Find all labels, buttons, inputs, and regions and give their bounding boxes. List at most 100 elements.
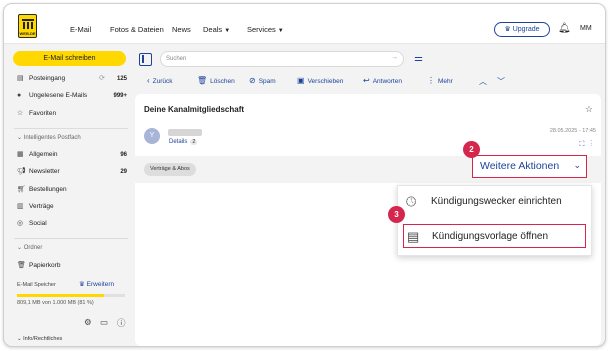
chevron-left-icon: ‹: [147, 76, 150, 85]
menu-item-cancellation-template[interactable]: ▤ Kündigungsvorlage öffnen: [403, 224, 586, 248]
sidebar-item-label: Favoriten: [29, 110, 57, 117]
upgrade-label: Upgrade: [512, 26, 540, 33]
expand-storage-link[interactable]: ♛ Erweitern: [79, 280, 114, 288]
sidebar: E-Mail schreiben ▤ Posteingang ⟳ 125 ● Ung…: [4, 45, 132, 346]
nav-deals[interactable]: Deals ▼: [203, 25, 230, 34]
logo-building-icon: [22, 19, 34, 29]
storage-bar: [17, 294, 125, 297]
reply-icon: ↩: [363, 76, 370, 85]
details-link[interactable]: Details 2: [169, 139, 198, 145]
message-date: 28.05.2025 - 17:45: [549, 128, 596, 134]
chevron-down-icon: ▼: [277, 28, 284, 34]
folders-header[interactable]: ⌄ Ordner: [17, 244, 42, 251]
step-marker: 2: [463, 141, 480, 158]
webde-logo[interactable]: WEB.DE: [18, 14, 37, 38]
sidebar-item-label: Ungelesene E-Mails: [29, 92, 88, 99]
sidebar-item-social[interactable]: ◎ Social: [17, 218, 127, 230]
sidebar-item-trash[interactable]: 🗑︎ Papierkorb: [17, 260, 127, 272]
folder-move-icon: ▣: [297, 76, 305, 85]
unread-dot-icon: ●: [17, 92, 22, 99]
spam-label: Spam: [258, 78, 276, 85]
previous-message-icon[interactable]: ︿: [479, 76, 490, 87]
back-label: Zurück: [152, 78, 173, 85]
nav-email[interactable]: E-Mail: [70, 25, 91, 34]
megaphone-icon: 📢︎: [17, 168, 26, 175]
next-message-icon[interactable]: ﹀: [497, 76, 508, 87]
chevron-down-icon: ⌄: [17, 336, 22, 342]
contract-icon: ▥: [17, 203, 24, 210]
sender-name-redacted: [168, 129, 202, 136]
nav-photos-files[interactable]: Fotos & Dateien: [110, 25, 164, 34]
crown-icon: ♛: [504, 26, 511, 33]
cart-icon: 🛒︎: [17, 186, 26, 193]
sidebar-item-label: Papierkorb: [29, 262, 61, 269]
sidebar-item-contracts[interactable]: ▥ Verträge: [17, 201, 127, 213]
sidebar-item-label: Social: [29, 220, 47, 227]
sidebar-item-label: Posteingang: [29, 75, 66, 82]
info-legal-label: Info/Rechtliches: [23, 336, 63, 342]
social-icon: ◎: [17, 220, 24, 227]
sidebar-item-inbox[interactable]: ▤ Posteingang ⟳ 125: [17, 73, 127, 85]
more-vertical-icon[interactable]: ⋮: [590, 141, 592, 148]
settings-icon[interactable]: ⚙: [84, 317, 92, 328]
info-legal-link[interactable]: ⌄ Info/Rechtliches: [17, 336, 62, 342]
more-button[interactable]: ⋮ Mehr: [427, 76, 453, 85]
sidebar-item-general[interactable]: ▦ Allgemein 96: [17, 149, 127, 161]
more-actions-label: Weitere Aktionen: [480, 160, 560, 172]
inbox-icon: ▤: [17, 75, 24, 82]
nav-deals-label: Deals: [203, 25, 223, 34]
menu-item-cancellation-reminder[interactable]: 🕓︎ Kündigungswecker einrichten: [403, 190, 586, 214]
category-tag[interactable]: Verträge & Abos: [144, 163, 196, 176]
details-count-badge: 2: [190, 139, 198, 145]
more-label: Mehr: [438, 78, 453, 85]
sidebar-item-unread[interactable]: ● Ungelesene E-Mails 999+: [17, 90, 127, 102]
more-vertical-icon: ⋮: [427, 76, 435, 85]
compose-button[interactable]: E-Mail schreiben: [13, 51, 126, 66]
nav-services[interactable]: Services ▼: [247, 25, 284, 34]
chevron-down-icon: ﹀: [497, 77, 505, 86]
move-label: Verschieben: [307, 78, 344, 85]
move-button[interactable]: ▣ Verschieben: [297, 76, 343, 85]
top-navigation: WEB.DE E-Mail Fotos & Dateien News Deals…: [4, 4, 605, 44]
block-icon: ⊘: [249, 76, 256, 85]
user-avatar[interactable]: MM: [580, 25, 592, 32]
arrow-right-icon[interactable]: →: [391, 54, 398, 61]
section-label: Intelligentes Postfach: [23, 135, 81, 141]
trash-icon: 🗑︎: [17, 262, 26, 269]
delete-button[interactable]: 🗑︎ Löschen: [197, 76, 235, 85]
spam-button[interactable]: ⊘ Spam: [249, 76, 276, 85]
toggle-sidebar-icon[interactable]: [139, 53, 152, 66]
chevron-down-icon: ⌄: [17, 245, 23, 251]
message-subject: Deine Kanalmitgliedschaft: [144, 105, 245, 114]
divider: [14, 238, 128, 239]
reply-button[interactable]: ↩ Antworten: [363, 76, 402, 85]
smart-inbox-header[interactable]: ⌄ Intelligentes Postfach: [17, 134, 81, 141]
clock-icon: 🕓︎: [406, 194, 417, 209]
sidebar-item-favorites[interactable]: ☆ Favoriten: [17, 108, 127, 120]
refresh-icon[interactable]: ⟳: [99, 73, 105, 85]
back-button[interactable]: ‹ Zurück: [147, 76, 173, 85]
sidebar-item-orders[interactable]: 🛒︎ Bestellungen: [17, 184, 127, 196]
sidebar-item-newsletter[interactable]: 📢︎ Newsletter 29: [17, 166, 127, 178]
star-icon: ☆: [17, 110, 24, 117]
bell-icon[interactable]: 🔔︎: [558, 23, 571, 34]
filter-settings-icon[interactable]: ⚌: [414, 53, 423, 64]
help-icon[interactable]: ⓘ: [117, 317, 126, 329]
message-header: Y Details 2 28.05.2025 - 17:45 ⛶ ⋮: [135, 121, 601, 157]
document-template-icon: ▤: [407, 229, 420, 244]
fullscreen-icon[interactable]: ⛶: [580, 141, 585, 148]
more-actions-button[interactable]: Weitere Aktionen ⌄: [472, 155, 587, 178]
actions-dropdown-menu: 🕓︎ Kündigungswecker einrichten ▤ Kündigu…: [397, 185, 592, 256]
star-icon[interactable]: ☆: [585, 104, 593, 115]
search-input[interactable]: Suchen →: [160, 51, 404, 67]
reply-label: Antworten: [372, 78, 402, 85]
nav-news[interactable]: News: [172, 25, 191, 34]
sidebar-item-label: Allgemein: [29, 151, 58, 158]
storage-label: E-Mail Speicher: [17, 282, 56, 288]
feedback-icon[interactable]: ▭: [100, 317, 108, 328]
menu-item-label: Kündigungswecker einrichten: [431, 196, 562, 207]
storage-bar-fill: [17, 294, 105, 297]
upgrade-button[interactable]: ♛ Upgrade: [494, 22, 550, 37]
chevron-down-icon: ⌄: [17, 135, 23, 141]
unread-count: 999+: [113, 93, 127, 99]
